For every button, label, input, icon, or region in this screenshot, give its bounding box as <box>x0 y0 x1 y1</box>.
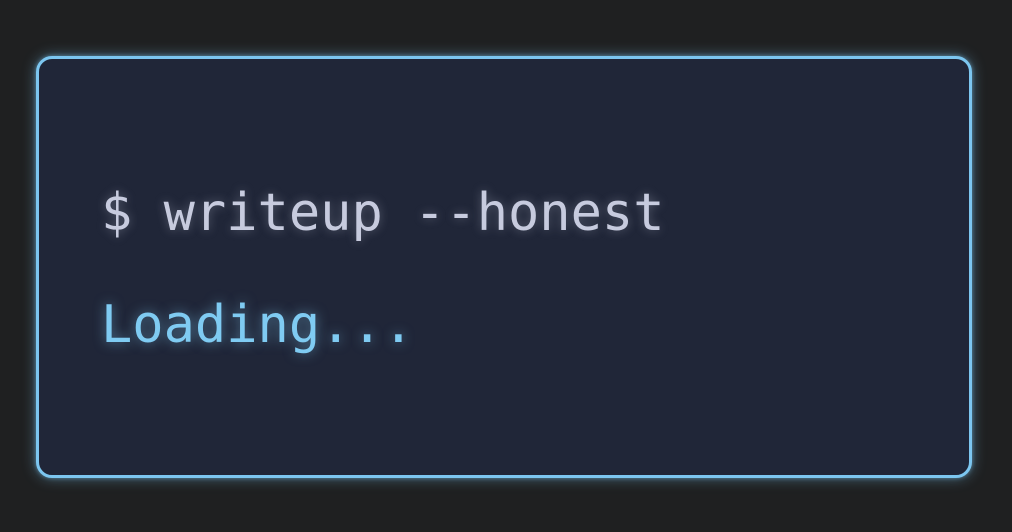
prompt-symbol: $ <box>101 183 133 243</box>
page: $ writeup --honest Loading... <box>0 0 1012 532</box>
status-text: Loading... <box>101 295 415 355</box>
command-line: $ writeup --honest <box>101 183 665 243</box>
command-text: writeup --honest <box>163 183 665 243</box>
terminal-panel: $ writeup --honest Loading... <box>36 56 972 478</box>
